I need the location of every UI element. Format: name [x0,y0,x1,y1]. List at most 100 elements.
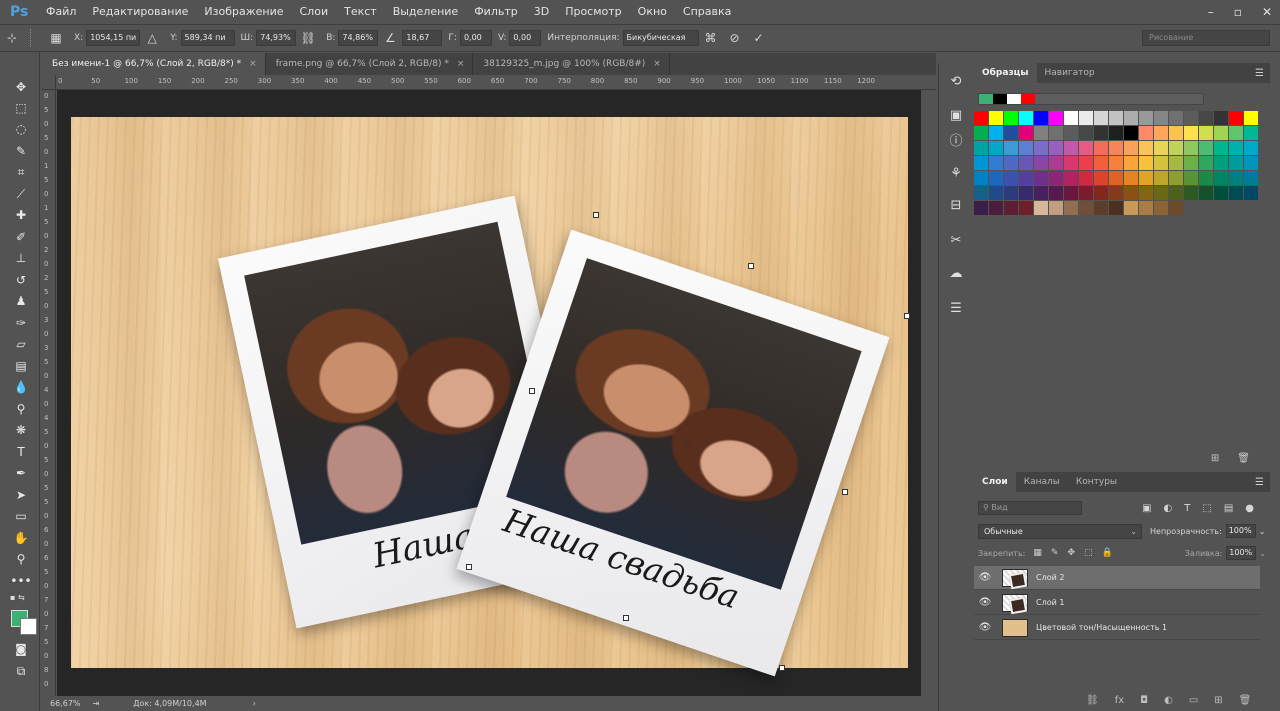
color-swatch[interactable] [1034,186,1048,200]
color-swatch[interactable] [1214,141,1228,155]
lock-transparency-icon[interactable]: ▦ [1033,548,1042,558]
color-swatch[interactable] [1124,141,1138,155]
color-swatch[interactable] [1034,126,1048,140]
link-icon[interactable]: ⛓ [300,30,316,46]
swap-colors-icon[interactable]: ▪ ⇆ [10,593,34,603]
height-field[interactable]: 74,86% [338,30,379,46]
color-swatch[interactable] [1184,171,1198,185]
ruler-vertical[interactable]: 0 5 0 5 0 1 5 0 1 5 0 2 0 2 5 0 3 0 3 5 0 4 0 4 5 0 5 0 5 5 0 6 0 6 5 0 7 0 7 5… [42,90,56,696]
menu-item[interactable]: Редактирование [84,0,196,24]
color-swatch[interactable] [1049,171,1063,185]
transform-handle[interactable] [623,615,629,621]
color-swatch[interactable] [1109,141,1123,155]
color-swatch[interactable] [1079,201,1093,215]
hskew-field[interactable]: 0,00 [459,30,492,46]
color-swatch[interactable] [1079,126,1093,140]
tab-close-icon[interactable]: × [457,59,465,69]
gradient-tool-icon[interactable]: ▤ [12,357,30,375]
color-swatch[interactable] [1064,201,1078,215]
recent-swatch[interactable] [1021,94,1035,104]
color-swatch[interactable] [1169,126,1183,140]
history-brush-icon[interactable]: ↺ [12,271,30,289]
screen-mode-icon[interactable]: ⧉ [12,662,30,680]
healing-brush-icon[interactable]: ✚ [12,206,30,224]
color-swatch[interactable] [1214,156,1228,170]
color-swatch[interactable] [1229,186,1243,200]
color-swatch[interactable] [1094,126,1108,140]
color-swatch[interactable] [974,111,988,125]
color-swatch[interactable] [1139,186,1153,200]
color-swatch[interactable] [1124,156,1138,170]
adjustments-panel-icon[interactable]: ▣ [946,105,966,125]
color-swatch[interactable] [1004,126,1018,140]
filter-smart-icon[interactable]: ▤ [1224,503,1233,514]
color-swatch[interactable] [1184,111,1198,125]
color-swatch[interactable] [1079,171,1093,185]
width-field[interactable]: 74,93% [256,30,297,46]
dodge-tool-icon[interactable]: ⚲ [12,400,30,418]
color-swatch[interactable] [1049,201,1063,215]
color-swatch[interactable] [989,111,1003,125]
color-swatch[interactable] [1154,141,1168,155]
maximize-icon[interactable]: ▫ [1234,5,1242,19]
color-swatch[interactable] [1169,201,1183,215]
warp-icon[interactable]: ⌘ [703,30,719,46]
color-swatch[interactable] [1094,171,1108,185]
color-swatch[interactable] [989,171,1003,185]
menu-item[interactable]: 3D [526,0,557,24]
commit-transform-icon[interactable]: ✓ [751,30,767,46]
eyedropper-tool-icon[interactable]: ⟋ [12,185,30,203]
layer-name[interactable]: Слой 1 [1036,598,1064,607]
color-swatch[interactable] [1049,111,1063,125]
color-swatch[interactable] [1214,186,1228,200]
vskew-field[interactable]: 0,00 [509,30,542,46]
crop-tool-icon[interactable]: ⌗ [12,163,30,181]
color-swatch[interactable] [1109,186,1123,200]
recent-swatch[interactable] [1007,94,1021,104]
tab-swatches[interactable]: Образцы [974,63,1037,83]
layer-kind-filter[interactable]: ⚲ Вид [978,501,1082,515]
color-swatch[interactable] [1199,126,1213,140]
tab-layers[interactable]: Слои [974,472,1016,492]
color-swatch[interactable] [1124,126,1138,140]
color-swatch[interactable] [1064,171,1078,185]
color-swatch[interactable] [1124,171,1138,185]
properties-panel-icon[interactable]: ☰ [946,298,966,318]
color-swatch[interactable] [1019,141,1033,155]
transform-handle[interactable] [779,665,785,671]
panel-menu-icon[interactable]: ☰ [1255,477,1264,488]
delta-icon[interactable]: △ [144,30,160,46]
add-mask-icon[interactable]: ◘ [1140,695,1148,706]
color-swatch[interactable] [974,156,988,170]
new-group-icon[interactable]: ▭ [1189,695,1198,706]
recent-swatch[interactable] [979,94,993,104]
color-swatch[interactable] [1079,111,1093,125]
color-swatch[interactable] [1229,126,1243,140]
color-swatch[interactable] [1034,111,1048,125]
visibility-eye-icon[interactable]: 👁 [974,597,996,608]
color-swatch[interactable] [974,141,988,155]
color-swatch[interactable] [1139,111,1153,125]
transform-handle[interactable] [529,388,535,394]
ruler-horizontal[interactable]: 0 50 100 150 200 250 300 350 400 450 500 550 600 650 7… [56,75,936,90]
color-swatch[interactable] [1214,171,1228,185]
color-swatch[interactable] [989,141,1003,155]
opacity-field[interactable]: 100% [1225,524,1256,538]
color-swatch[interactable] [1229,156,1243,170]
color-swatch[interactable] [1019,201,1033,215]
tab-paths[interactable]: Контуры [1068,472,1125,492]
menu-item[interactable]: Файл [38,0,84,24]
color-swatch[interactable] [1154,126,1168,140]
color-swatch[interactable] [1214,111,1228,125]
color-swatch[interactable] [1019,126,1033,140]
color-swatch[interactable] [1064,141,1078,155]
color-swatch[interactable] [1079,156,1093,170]
workspace-select[interactable]: Рисование [1142,30,1270,46]
stamp-tool-icon[interactable]: ♟ [12,292,30,310]
transform-handle[interactable] [904,313,910,319]
color-swatch[interactable] [1034,171,1048,185]
panel-menu-icon[interactable]: ☰ [1255,68,1264,79]
color-swatch[interactable] [1229,111,1243,125]
chevron-down-icon[interactable]: ⌄ [1259,549,1266,558]
art-brush-icon[interactable]: ✑ [12,314,30,332]
